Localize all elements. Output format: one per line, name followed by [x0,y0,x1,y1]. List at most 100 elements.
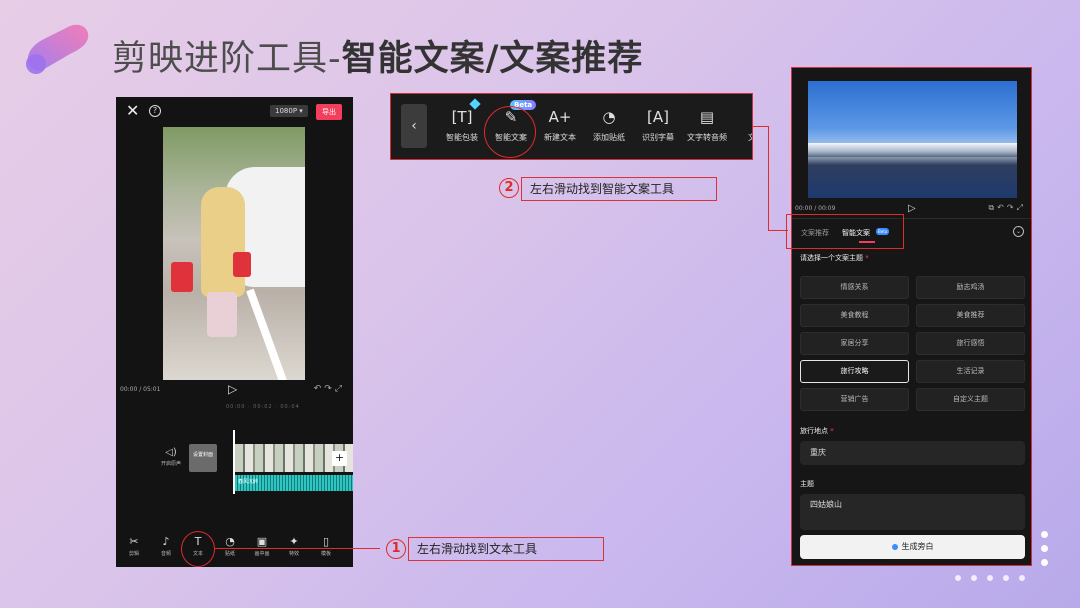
mute-toggle[interactable]: ◁) 开启原声 [156,447,186,467]
callout-step-1: 左右滑动找到文本工具 [408,537,604,561]
help-icon[interactable]: ? [149,105,161,117]
tool-label: 模板 [320,551,331,557]
speaker-icon: ◁) [165,447,177,458]
playback-time: 00:00 / 00:09 [795,205,836,212]
tool-label: 文字转音频 [687,133,727,142]
smart-package-icon: [T] [451,108,473,126]
picture-in-picture-icon: ▣ [256,535,268,548]
connector-line [768,126,770,230]
playback-time: 00:00 / 05:01 [120,386,161,393]
tool-template[interactable]: ▯ 模板 [312,535,340,557]
topic-label-text: 请选择一个文案主题 [800,254,863,262]
slide-title: 剪映进阶工具-智能文案/文案推荐 [112,30,643,81]
tool-label: 添加贴纸 [593,133,625,142]
editor-top-bar: ✕ ? 1080P ▾ 导出 [116,97,353,125]
undo-redo-fullscreen-icons[interactable]: ⧉↶↷⤢ [988,203,1026,213]
tool-label: 贴纸 [224,551,235,557]
tool-effects[interactable]: ✦ 特效 [280,535,308,557]
theme-label: 主题 [800,480,814,488]
capcut-editor-phone: ✕ ? 1080P ▾ 导出 00:00 / 05:01 ▷ ↶↷⤢ 00:00… [116,97,353,567]
topic-chip[interactable]: 营销广告 [800,388,909,411]
tool-recognize-subtitles[interactable]: [A] 识别字幕 [633,108,683,143]
topic-chip[interactable]: 美食推荐 [916,304,1025,327]
brand-logo-icon [26,24,89,74]
topic-chip[interactable]: 生活记录 [916,360,1025,383]
sticker-icon: ◔ [225,535,235,548]
topic-chip[interactable]: 旅行感悟 [916,332,1025,355]
tool-label: 识别字幕 [642,133,674,142]
subtitle-recognize-icon: [A] [647,108,669,126]
required-mark: * [865,254,869,262]
required-mark: * [830,427,834,435]
topic-chip[interactable]: 家居分享 [800,332,909,355]
tool-add-sticker[interactable]: ◔ 添加贴纸 [584,108,634,143]
tool-edit[interactable]: ✂ 剪辑 [120,535,148,557]
tool-pip[interactable]: ▣ 画中画 [248,535,276,557]
highlight-circle-smart-copy [484,106,536,158]
mute-label: 开启原声 [160,461,181,467]
set-cover-button[interactable]: 设置封面 [189,444,217,472]
tool-label: 智能包装 [446,133,478,142]
tool-label: 音频 [160,551,171,557]
smart-copy-panel-phone: 00:00 / 00:09 ▷ ⧉↶↷⤢ 文案推荐 智能文案 Beta ⌄ 请选… [791,67,1032,566]
add-clip-button[interactable]: + [332,451,347,466]
video-road-line [246,288,288,380]
generate-button-label: 生成旁白 [901,542,934,551]
connector-line [768,230,788,232]
text-more-icon: ▯ [731,108,753,126]
play-icon[interactable]: ▷ [908,203,916,214]
topic-chip[interactable]: 美食教程 [800,304,909,327]
video-bag-shape [171,262,193,292]
location-label: 旅行地点 * [800,426,834,436]
undo-redo-fullscreen-icons[interactable]: ↶↷⤢ [314,384,345,394]
tool-label: 特效 [288,551,299,557]
audio-track[interactable]: 春风沉醉 [235,475,353,491]
tool-smart-package[interactable]: [T] 智能包装 [437,108,487,143]
sparkle-icon: ✦ [289,535,299,548]
title-bold: 智能文案/文案推荐 [341,39,644,79]
play-icon[interactable]: ▷ [228,382,237,396]
text-to-audio-icon: ▤ [699,108,715,126]
export-button[interactable]: 导出 [316,104,342,120]
bottom-toolbar: ✂ 剪辑 ♪ 音频 T 文本 ◔ 贴纸 ▣ 画中画 ✦ 特效 ▯ 模板 [116,535,353,565]
tool-text-more[interactable]: ▯ 文字 [731,108,753,143]
topic-chip[interactable]: 励志鸡汤 [916,276,1025,299]
collapse-chevron-icon[interactable]: ⌄ [1013,226,1024,237]
scissors-icon: ✂ [129,535,139,548]
theme-input[interactable]: 四姑娘山 [800,494,1025,530]
video-mountain-shape [808,143,1017,157]
template-icon: ▯ [322,535,330,548]
topic-chip[interactable]: 自定义主题 [916,388,1025,411]
tool-text-to-audio[interactable]: ▤ 文字转音频 [682,108,732,143]
tool-label: 新建文本 [544,133,576,142]
topic-chip-selected[interactable]: 旅行攻略 [800,360,909,383]
step-number-2: 2 [499,178,519,198]
sticker-icon: ◔ [602,108,616,126]
tool-sticker[interactable]: ◔ 贴纸 [216,535,244,557]
ai-dot-icon [891,543,898,550]
tool-label: 剪辑 [128,551,139,557]
text-toolbar-strip: ‹ Beta [T] 智能包装 ✎ 智能文案 A+ 新建文本 ◔ 添加贴纸 [A] 识别字… [390,93,753,160]
location-input[interactable]: 重庆 [800,441,1025,465]
highlight-box-smart-copy-tab [786,214,904,249]
topic-label: 请选择一个文案主题 * [800,253,869,263]
decorative-dots [955,566,1035,585]
video-preview[interactable] [163,127,305,380]
highlight-circle-text-tool [181,531,215,567]
back-chevron-icon[interactable]: ‹ [401,104,427,148]
step-number-1: 1 [386,539,406,559]
topic-chip[interactable]: 情感关系 [800,276,909,299]
tool-label: 文字 [731,132,752,143]
video-preview[interactable] [808,81,1017,198]
resolution-select[interactable]: 1080P ▾ [270,105,308,117]
tool-new-text[interactable]: A+ 新建文本 [535,108,585,143]
connector-line [753,126,769,128]
tool-label: 画中画 [254,551,270,557]
tool-audio[interactable]: ♪ 音频 [152,535,180,557]
location-label-text: 旅行地点 [800,427,828,435]
close-icon[interactable]: ✕ [126,101,139,120]
audio-track-label: 春风沉醉 [238,479,259,485]
video-bag-shape [233,252,251,277]
decorative-dots [1041,531,1055,573]
generate-narration-button[interactable]: 生成旁白 [800,535,1025,559]
